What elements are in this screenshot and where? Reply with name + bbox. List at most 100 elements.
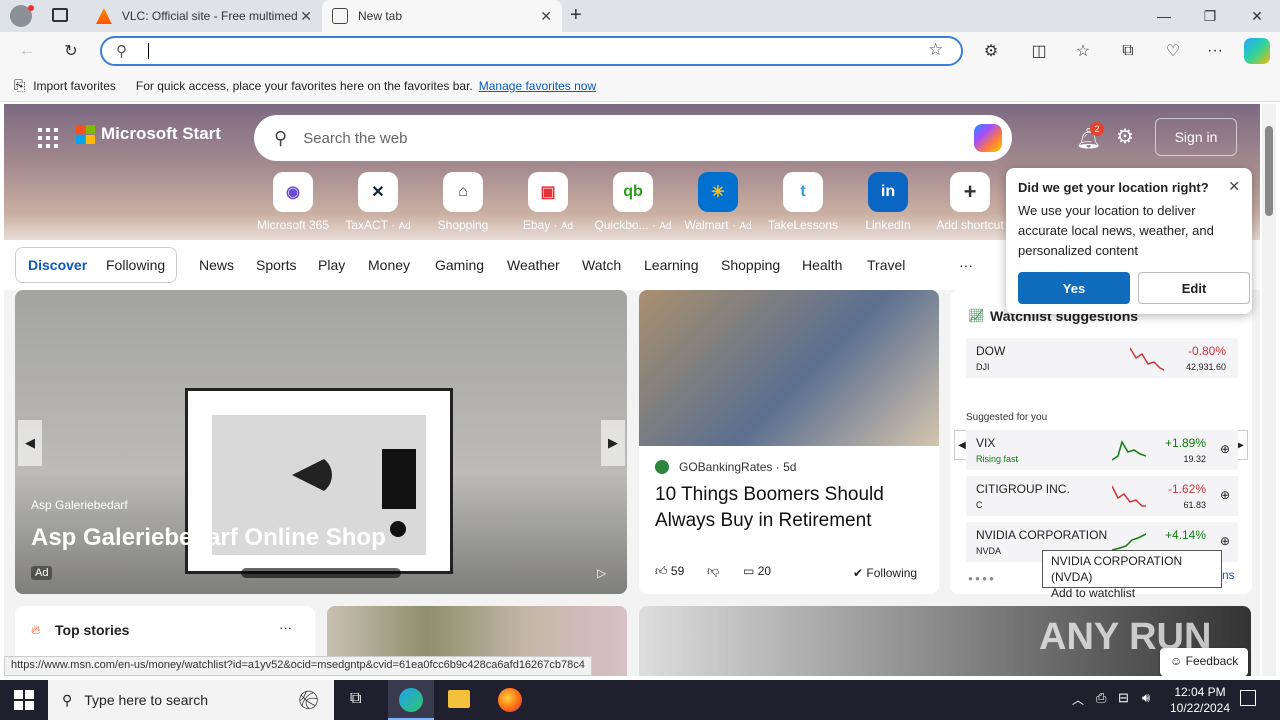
copilot-icon[interactable] [974,124,1002,152]
menu-icon[interactable]: ··· [1200,36,1230,66]
like-button[interactable]: 👍︎ 59 [655,564,684,579]
scrollbar-thumb[interactable] [1265,126,1273,216]
notification-center-icon[interactable] [1240,690,1256,706]
nav-health[interactable]: Health [802,257,842,273]
location-yes-button[interactable]: Yes [1018,272,1130,304]
address-bar[interactable]: ⚲ ☆ [100,36,963,66]
tray-chevron-icon[interactable]: ︿ [1072,691,1084,708]
split-screen-icon[interactable]: ◫ [1024,36,1054,66]
article-title[interactable]: 10 Things Boomers Should Always Buy in R… [655,482,925,534]
hero-ad-card[interactable]: ◀ ▶ Asp Galeriebedarf Asp Galeriebedarf … [15,290,627,594]
stock-trend-icon: 📈︎ [968,308,985,323]
manage-favorites-link[interactable]: Manage favorites now [479,79,596,93]
task-view-icon[interactable]: ⧉ [350,690,361,708]
nav-more[interactable]: ··· [959,257,973,273]
comments-button[interactable]: ▭ 20 [743,564,771,578]
more-options-icon[interactable]: ··· [279,620,292,635]
tab-new-tab[interactable]: New tab ✕ [322,0,562,32]
nav-watch[interactable]: Watch [582,257,621,273]
quicklink-shopping[interactable]: ⌂ Shopping [420,172,506,232]
close-window-button[interactable]: ✕ [1234,0,1280,32]
tab-actions-icon[interactable] [52,8,68,22]
favorite-star-icon[interactable]: ☆ [928,40,943,60]
close-tab-icon[interactable]: ✕ [300,8,312,25]
quicklink-microsoft-365[interactable]: ◉ Microsoft 365 [250,172,336,232]
file-explorer-icon[interactable] [448,690,470,708]
feedback-button[interactable]: ☺ Feedback [1160,648,1249,676]
search-icon: ⚲ [62,691,73,708]
volume-icon[interactable]: 🔊︎ [1142,690,1150,706]
sign-in-button[interactable]: Sign in [1155,118,1237,156]
quicklink-walmart[interactable]: ✳ Walmart · Ad [675,172,761,232]
add-to-watchlist-icon[interactable]: ⊕ [1220,442,1230,456]
carousel-next-button[interactable]: ▶ [601,420,625,466]
add-to-watchlist-icon[interactable]: ⊕ [1220,488,1230,502]
stock-row-vix[interactable]: VIX Rising fast +1.89% 19.32 ⊕ [966,430,1238,470]
nav-sports[interactable]: Sports [256,257,296,273]
article-card[interactable]: GOBankingRates · 5d 10 Things Boomers Sh… [639,290,939,594]
performance-icon[interactable]: ♡ [1158,36,1188,66]
minimize-button[interactable]: — [1141,0,1187,32]
nav-discover[interactable]: Discover [28,257,87,273]
tab-vlc[interactable]: VLC: Official site - Free multimed ✕ [86,0,322,32]
firefox-icon[interactable] [498,688,522,712]
restore-button[interactable]: ❐ [1187,0,1233,32]
nav-following[interactable]: Following [106,257,165,273]
close-popup-icon[interactable]: ✕ [1228,178,1240,195]
quickbooks-icon: qb [613,172,653,212]
following-button[interactable]: ✔ Following [853,566,917,580]
extensions-icon[interactable]: ⚙ [976,36,1006,66]
add-to-watchlist-icon[interactable]: ⊕ [1220,534,1230,548]
quicklink-takelessons[interactable]: t TakeLessons [760,172,846,232]
nav-travel[interactable]: Travel [867,257,905,273]
popup-body: We use your location to deliver accurate… [1018,203,1214,258]
tray-device-icon[interactable]: ⎙ [1096,690,1106,706]
see-more-watchlist-link[interactable]: ns [1222,568,1235,582]
close-tab-icon[interactable]: ✕ [540,8,552,25]
art-semicircle [292,455,332,495]
art-rectangle [382,449,416,509]
stock-row-dow[interactable]: DOW DJI -0.80% 42,931.60 [966,338,1238,378]
nav-money[interactable]: Money [368,257,410,273]
refresh-button[interactable]: ↻ [56,36,86,66]
clock[interactable]: 12:04 PM 10/22/2024 [1160,684,1240,716]
nav-learning[interactable]: Learning [644,257,699,273]
page-scrollbar[interactable] [1262,104,1276,676]
dislike-button[interactable]: 👎︎ [707,564,719,579]
copilot-icon[interactable] [1244,38,1270,64]
carousel-dots[interactable] [241,568,401,578]
address-input[interactable] [152,40,912,62]
quicklink-quickbooks[interactable]: qb Quickbo... · Ad [590,172,676,232]
quicklink-add-shortcut[interactable]: + Add shortcut [930,172,1010,232]
profile-badge-icon [28,5,34,11]
settings-gear-icon[interactable]: ⚙ [1116,124,1134,149]
location-edit-button[interactable]: Edit [1138,272,1250,304]
nav-shopping[interactable]: Shopping [721,257,780,273]
web-search-box[interactable]: ⚲ Search the web [254,115,1012,161]
back-button[interactable]: ← [12,36,42,66]
nav-play[interactable]: Play [318,257,345,273]
nav-gaming[interactable]: Gaming [435,257,484,273]
quicklink-linkedin[interactable]: in LinkedIn [845,172,931,232]
hero-title[interactable]: Asp Galeriebedarf Online Shop [31,524,386,552]
watchlist-pager-dots[interactable]: ● ● ● ● [968,574,994,583]
microsoft-start-logo[interactable]: Microsoft Start [76,124,221,144]
collections-icon[interactable]: ⧉ [1113,36,1143,66]
stock-row-citigroup[interactable]: CITIGROUP INC. C -1.62% 61.83 ⊕ [966,476,1238,516]
adchoices-icon[interactable]: ▷ [597,566,606,580]
linkedin-icon: in [868,172,908,212]
import-favorites-button[interactable]: Import favorites [33,79,116,93]
favorites-icon[interactable]: ☆ [1068,36,1098,66]
plus-icon: + [950,172,990,212]
nav-news[interactable]: News [199,257,234,273]
network-icon[interactable]: ⊟ [1118,690,1129,706]
quicklink-taxact[interactable]: ✕ TaxACT · Ad [335,172,421,232]
start-button[interactable] [14,690,34,710]
taskbar-search[interactable]: ⚲ Type here to search 🏀︎ [48,680,334,720]
apps-launcher-icon[interactable] [38,128,58,148]
new-tab-button[interactable]: + [570,4,582,27]
quicklink-ebay[interactable]: ▣ Ebay · Ad [505,172,591,232]
nav-weather[interactable]: Weather [507,257,560,273]
edge-taskbar-icon[interactable] [388,680,434,720]
carousel-prev-button[interactable]: ◀ [18,420,42,466]
